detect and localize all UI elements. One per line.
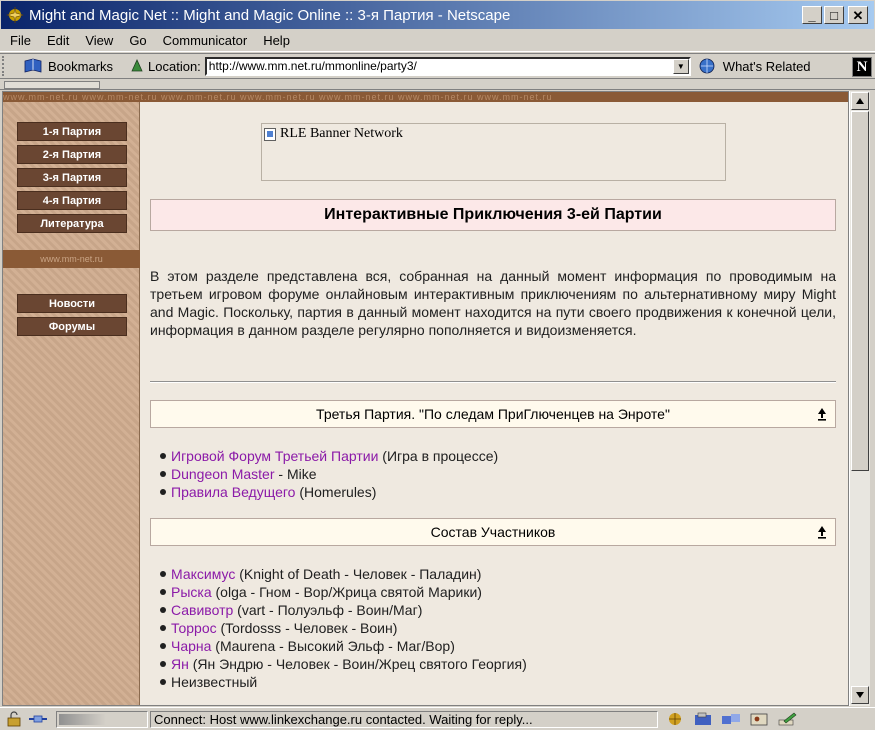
status-message: Connect: Host www.linkexchange.ru contac… bbox=[150, 710, 658, 728]
site-watermark-strip: www.mm-net.ru www.mm-net.ru www.mm-net.r… bbox=[3, 92, 848, 102]
forum-link[interactable]: Игровой Форум Третьей Партии bbox=[171, 448, 378, 464]
vertical-scrollbar[interactable] bbox=[849, 91, 870, 706]
section-members-header: Состав Участников bbox=[150, 518, 836, 546]
back-to-top-icon[interactable] bbox=[817, 407, 827, 421]
sidebar-divider: www.mm-net.ru bbox=[3, 250, 140, 268]
horizontal-rule bbox=[150, 381, 836, 383]
collapsed-toolbar-tabs bbox=[0, 80, 875, 90]
location-label: Location: bbox=[129, 58, 201, 74]
scroll-up-button[interactable] bbox=[851, 92, 869, 110]
minimize-button[interactable]: _ bbox=[802, 6, 822, 24]
nav-forums[interactable]: Форумы bbox=[17, 317, 127, 336]
banner-broken-image[interactable]: RLE Banner Network bbox=[264, 126, 403, 142]
toolbar-grip[interactable] bbox=[2, 56, 8, 76]
menu-communicator[interactable]: Communicator bbox=[155, 33, 256, 48]
scroll-down-button[interactable] bbox=[851, 686, 869, 704]
broken-image-icon bbox=[264, 127, 276, 141]
list-item: Савивотр (vart - Полуэльф - Воин/Маг) bbox=[160, 601, 527, 619]
nav-party-4[interactable]: 4-я Партия bbox=[17, 191, 127, 210]
menu-bar: File Edit View Go Communicator Help bbox=[0, 30, 875, 52]
unknown-member: Неизвестный bbox=[171, 674, 258, 690]
close-button[interactable]: ✕ bbox=[848, 6, 868, 24]
banner-frame[interactable]: RLE Banner Network bbox=[261, 123, 726, 181]
toolbar-tab[interactable] bbox=[4, 81, 100, 89]
dungeon-master-link[interactable]: Dungeon Master bbox=[171, 466, 275, 482]
bookmarks-button[interactable]: Bookmarks bbox=[22, 58, 113, 74]
list-item: Чарна (Maurena - Высокий Эльф - Маг/Вор) bbox=[160, 637, 527, 655]
navigator-icon[interactable] bbox=[664, 711, 686, 727]
section-party-title: Третья Партия. "По следам ПриГлюченцев н… bbox=[316, 406, 670, 422]
nav-party-1[interactable]: 1-я Партия bbox=[17, 122, 127, 141]
page-title: Интерактивные Приключения 3-ей Партии bbox=[150, 199, 836, 231]
arrow-up-icon bbox=[856, 98, 864, 104]
nav-party-2[interactable]: 2-я Партия bbox=[17, 145, 127, 164]
members-list: Максимус (Knight of Death - Человек - Па… bbox=[160, 565, 527, 691]
list-item: Правила Ведущего (Homerules) bbox=[160, 483, 498, 501]
member-link[interactable]: Савивотр bbox=[171, 602, 233, 618]
scroll-thumb[interactable] bbox=[851, 111, 869, 471]
discussions-icon[interactable] bbox=[720, 711, 742, 727]
composer-icon[interactable] bbox=[776, 711, 798, 727]
list-item: Торрос (Tordosss - Человек - Воин) bbox=[160, 619, 527, 637]
whats-related-button[interactable]: What's Related bbox=[697, 57, 811, 75]
member-link[interactable]: Чарна bbox=[171, 638, 211, 654]
bookmarks-icon bbox=[24, 58, 42, 73]
list-item: Максимус (Knight of Death - Человек - Па… bbox=[160, 565, 527, 583]
location-toolbar: Bookmarks Location: http://www.mm.net.ru… bbox=[0, 53, 875, 79]
netscape-app-icon[interactable] bbox=[5, 5, 25, 25]
mailbox-icon[interactable] bbox=[692, 711, 714, 727]
intro-paragraph: В этом разделе представлена вся, собранн… bbox=[150, 268, 836, 338]
menu-go[interactable]: Go bbox=[121, 33, 154, 48]
url-input[interactable]: http://www.mm.net.ru/mmonline/party3/ ▼ bbox=[204, 56, 691, 76]
member-link[interactable]: Максимус bbox=[171, 566, 235, 582]
address-book-icon[interactable] bbox=[748, 711, 770, 727]
member-link[interactable]: Ян bbox=[171, 656, 189, 672]
menu-view[interactable]: View bbox=[77, 33, 121, 48]
window-title: Might and Magic Net :: Might and Magic O… bbox=[29, 6, 511, 24]
menu-file[interactable]: File bbox=[2, 33, 39, 48]
section-members-title: Состав Участников bbox=[430, 524, 556, 540]
maximize-button[interactable]: □ bbox=[824, 6, 844, 24]
menu-help[interactable]: Help bbox=[255, 33, 298, 48]
member-link[interactable]: Торрос bbox=[171, 620, 217, 636]
list-item: Ян (Ян Эндрю - Человек - Воин/Жрец свято… bbox=[160, 655, 527, 673]
bookmarks-label: Bookmarks bbox=[48, 58, 114, 74]
menu-edit[interactable]: Edit bbox=[39, 33, 77, 48]
status-bar: Connect: Host www.linkexchange.ru contac… bbox=[0, 707, 875, 730]
url-dropdown-button[interactable]: ▼ bbox=[672, 58, 689, 74]
back-to-top-icon[interactable] bbox=[817, 525, 827, 539]
rules-link[interactable]: Правила Ведущего bbox=[171, 484, 295, 500]
list-item: Рыска (olga - Гном - Вор/Жрица святой Ма… bbox=[160, 583, 527, 601]
page-viewport: www.mm-net.ru www.mm-net.ru www.mm-net.r… bbox=[2, 91, 849, 706]
whats-related-icon bbox=[699, 58, 715, 74]
list-item: Игровой Форум Третьей Партии (Игра в про… bbox=[160, 447, 498, 465]
list-item: Неизвестный bbox=[160, 673, 527, 691]
online-status-icon[interactable] bbox=[28, 711, 48, 727]
nav-party-3[interactable]: 3-я Партия bbox=[17, 168, 127, 187]
nav-news[interactable]: Новости bbox=[17, 294, 127, 313]
arrow-down-icon bbox=[856, 692, 864, 698]
site-sidebar: 1-я Партия 2-я Партия 3-я Партия 4-я Пар… bbox=[3, 102, 140, 705]
url-text: http://www.mm.net.ru/mmonline/party3/ bbox=[208, 59, 417, 73]
netscape-logo-icon[interactable]: N bbox=[852, 57, 872, 77]
loading-progress-bar bbox=[56, 710, 148, 728]
nav-literature[interactable]: Литература bbox=[17, 214, 127, 233]
security-lock-icon[interactable] bbox=[4, 711, 24, 727]
title-bar: Might and Magic Net :: Might and Magic O… bbox=[0, 0, 875, 30]
party-info-list: Игровой Форум Третьей Партии (Игра в про… bbox=[160, 447, 498, 501]
location-icon bbox=[131, 59, 143, 72]
member-link[interactable]: Рыска bbox=[171, 584, 212, 600]
list-item: Dungeon Master - Mike bbox=[160, 465, 498, 483]
section-party-header: Третья Партия. "По следам ПриГлюченцев н… bbox=[150, 400, 836, 428]
